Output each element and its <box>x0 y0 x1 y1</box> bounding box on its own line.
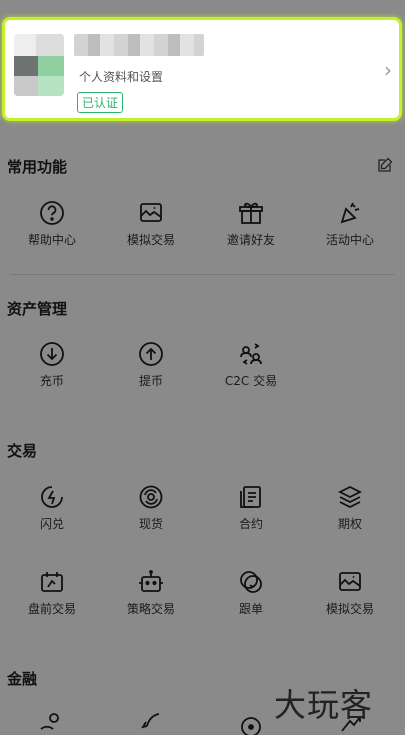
gift-icon <box>239 202 263 224</box>
finance-item-2[interactable] <box>111 709 191 735</box>
robot-icon <box>139 570 163 592</box>
copy-trading-button[interactable]: 跟单 <box>211 568 291 617</box>
copy-trade-icon <box>240 571 262 593</box>
simulated-trading-label: 模拟交易 <box>126 233 175 247</box>
edit-icon[interactable] <box>376 156 394 174</box>
question-circle-icon <box>40 201 64 225</box>
finance-item-1[interactable] <box>12 709 92 735</box>
section-title-trade: 交易 <box>7 442 38 460</box>
sim-trade-icon <box>339 572 361 591</box>
copy-trading-label: 跟单 <box>238 602 263 616</box>
simulated-trading-button-2[interactable]: 模拟交易 <box>310 568 390 617</box>
verified-badge: 已认证 <box>77 92 124 113</box>
withdraw-button[interactable]: 提币 <box>111 340 191 389</box>
watermark: 大玩客 <box>274 686 374 724</box>
sim-trade-icon <box>140 203 162 222</box>
contract-document-icon <box>240 486 261 508</box>
pre-market-trading-button[interactable]: 盘前交易 <box>12 568 92 617</box>
pre-market-calendar-icon <box>41 572 63 592</box>
rocket-icon <box>141 713 160 729</box>
layers-icon <box>337 485 363 509</box>
profile-subtitle: 个人资料和设置 <box>79 70 164 84</box>
target-icon <box>241 717 261 735</box>
simulated-trading-button[interactable]: 模拟交易 <box>111 199 191 248</box>
c2c-trading-label: C2C 交易 <box>224 374 278 388</box>
help-center-button[interactable]: 帮助中心 <box>12 199 92 248</box>
profile-card[interactable]: 个人资料和设置 已认证 › <box>2 17 402 121</box>
section-title-assets: 资产管理 <box>7 300 68 318</box>
section-divider <box>10 274 395 275</box>
c2c-users-icon <box>240 343 262 365</box>
deposit-button[interactable]: 充币 <box>12 340 92 389</box>
help-center-label: 帮助中心 <box>27 233 76 247</box>
invite-friends-button[interactable]: 邀请好友 <box>211 199 291 248</box>
deposit-label: 充币 <box>39 374 64 388</box>
invite-friends-label: 邀请好友 <box>226 233 275 247</box>
futures-button[interactable]: 合约 <box>211 483 291 532</box>
strategy-trading-label: 策略交易 <box>126 602 175 616</box>
pre-market-trading-label: 盘前交易 <box>27 602 76 616</box>
spot-button[interactable]: 现货 <box>111 483 191 532</box>
activity-center-button[interactable]: 活动中心 <box>310 199 390 248</box>
strategy-trading-button[interactable]: 策略交易 <box>111 568 191 617</box>
party-popper-icon <box>340 202 360 224</box>
deposit-arrow-icon <box>40 342 64 366</box>
section-title-common: 常用功能 <box>7 158 68 176</box>
flash-swap-button[interactable]: 闪兑 <box>12 483 92 532</box>
username-blurred <box>74 34 204 56</box>
finance-coin-icon <box>40 713 59 730</box>
section-title-finance: 金融 <box>7 670 38 688</box>
lightning-circle-icon <box>41 486 63 508</box>
flash-swap-label: 闪兑 <box>39 517 64 531</box>
withdraw-arrow-icon <box>139 342 163 366</box>
simulated-trading-label-2: 模拟交易 <box>325 602 374 616</box>
spot-cycle-icon <box>139 485 163 509</box>
spot-label: 现货 <box>138 517 163 531</box>
futures-label: 合约 <box>238 517 263 531</box>
options-label: 期权 <box>337 517 362 531</box>
avatar <box>14 34 64 96</box>
options-button[interactable]: 期权 <box>310 483 390 532</box>
withdraw-label: 提币 <box>138 374 163 388</box>
activity-center-label: 活动中心 <box>325 233 374 247</box>
chevron-right-icon: › <box>384 58 392 82</box>
c2c-trading-button[interactable]: C2C 交易 <box>211 340 291 389</box>
